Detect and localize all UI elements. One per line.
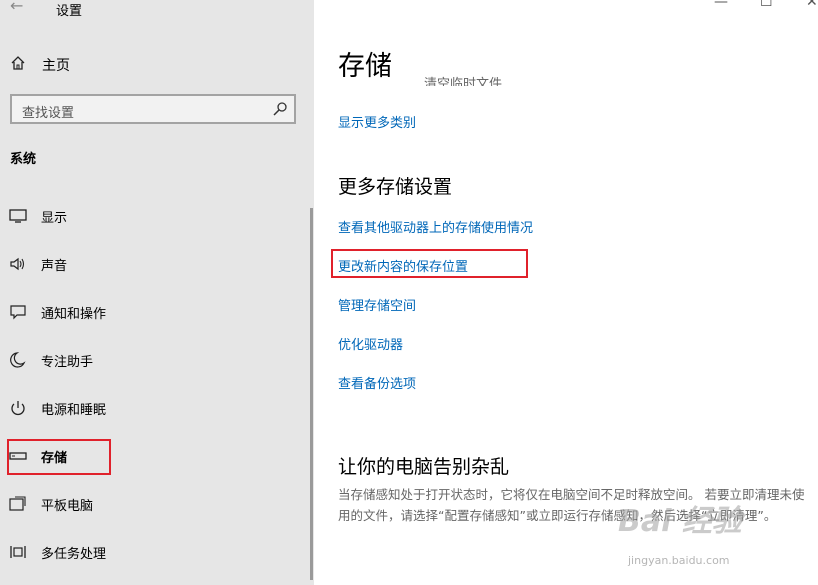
sidebar-item-label: 多任务处理: [41, 546, 107, 562]
sidebar: ← 设置 主页 查找设置 系统 显示 声音 通知和操作 专注助手 电源和睡眠 存…: [0, 0, 314, 585]
view-other-drives-link[interactable]: 查看其他驱动器上的存储使用情况: [338, 217, 533, 236]
sidebar-item-label: 通知和操作: [41, 306, 107, 322]
sidebar-item-focus-assist[interactable]: 专注助手: [0, 344, 300, 376]
notification-icon: [8, 302, 28, 322]
sidebar-item-sound[interactable]: 声音: [0, 248, 300, 280]
storage-highlight-box: [7, 439, 111, 475]
watermark-url: jingyan.baidu.com: [628, 554, 730, 567]
main-content: 存储 清空临时文件 显示更多类别 更多存储设置 查看其他驱动器上的存储使用情况 …: [314, 0, 818, 585]
speaker-icon: [8, 254, 28, 274]
search-icon[interactable]: [272, 101, 288, 121]
view-backup-options-link[interactable]: 查看备份选项: [338, 373, 416, 392]
search-input[interactable]: 查找设置: [10, 94, 296, 124]
home-label: 主页: [42, 58, 70, 74]
sidebar-scrollbar[interactable]: [310, 208, 313, 580]
sidebar-item-tablet[interactable]: 平板电脑: [0, 488, 300, 520]
app-title: 设置: [56, 4, 83, 19]
sidebar-item-notifications[interactable]: 通知和操作: [0, 296, 300, 328]
tablet-icon: [8, 494, 28, 514]
sidebar-item-label: 平板电脑: [41, 498, 94, 514]
sidebar-item-display[interactable]: 显示: [0, 200, 300, 232]
home-nav-item[interactable]: 主页: [10, 54, 70, 76]
watermark-logo: Bai 经验: [618, 504, 742, 539]
back-arrow-icon[interactable]: ←: [10, 0, 23, 15]
page-title: 存储: [338, 51, 392, 82]
declutter-heading: 让你的电脑告别杂乱: [338, 456, 510, 478]
cut-off-text: 清空临时文件: [424, 77, 503, 86]
sidebar-item-label: 显示: [41, 210, 68, 226]
sidebar-item-label: 声音: [41, 258, 68, 274]
sidebar-item-label: 电源和睡眠: [41, 402, 107, 418]
sidebar-item-label: 专注助手: [41, 354, 94, 370]
display-icon: [8, 206, 28, 226]
sidebar-item-power-sleep[interactable]: 电源和睡眠: [0, 392, 300, 424]
manage-storage-spaces-link[interactable]: 管理存储空间: [338, 295, 416, 314]
save-location-highlight-box: [331, 249, 528, 278]
more-storage-settings-heading: 更多存储设置: [338, 176, 453, 198]
home-icon: [10, 55, 26, 75]
section-label-system: 系统: [10, 152, 37, 167]
search-placeholder: 查找设置: [22, 106, 75, 121]
moon-icon: [8, 350, 28, 370]
multitask-icon: [8, 542, 28, 562]
sidebar-item-multitasking[interactable]: 多任务处理: [0, 536, 300, 568]
optimize-drives-link[interactable]: 优化驱动器: [338, 334, 403, 353]
show-more-categories-link[interactable]: 显示更多类别: [338, 112, 416, 131]
power-icon: [8, 398, 28, 418]
